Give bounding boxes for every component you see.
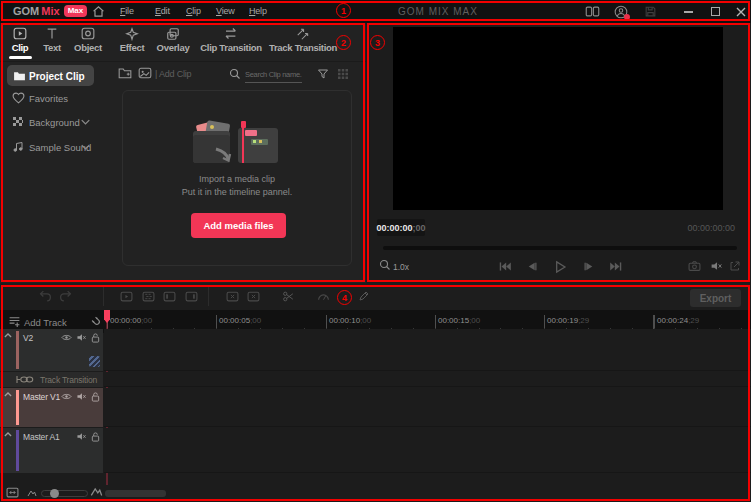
annotation-box-2: [1, 23, 365, 282]
annotation-number-1: 1: [336, 3, 351, 18]
annotation-number-2: 2: [336, 35, 351, 50]
annotation-box-1: [1, 1, 750, 21]
annotation-number-3: 3: [370, 35, 385, 50]
gom-mix-max-app: GOM Mix Max File Edit Clip View Help GOM…: [0, 0, 751, 502]
annotation-box-4: [1, 285, 750, 501]
annotation-box-3: [367, 23, 750, 282]
annotation-number-4: 4: [337, 290, 352, 305]
